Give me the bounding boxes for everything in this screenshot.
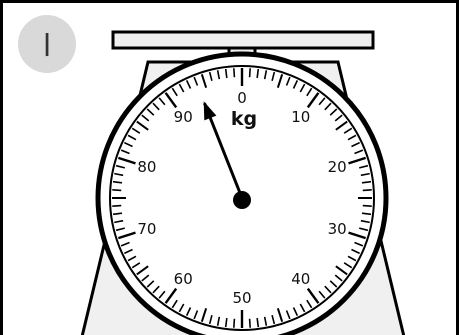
weighing-scale-illustration: l 0 10 20 30 40 50 60 70 80 90 kg — [0, 0, 459, 335]
dial-unit-label: kg — [231, 108, 257, 130]
question-label-badge: l — [18, 15, 76, 73]
dial-number-80: 80 — [137, 158, 156, 176]
dial-tick — [361, 180, 372, 184]
scale-question-panel: l 0 10 20 30 40 50 60 70 80 90 kg — [0, 0, 459, 335]
dial-center-pivot — [233, 191, 251, 209]
dial-tick — [224, 317, 228, 328]
dial-tick — [256, 68, 260, 79]
dial-number-60: 60 — [174, 270, 193, 288]
dial-tick — [233, 68, 236, 78]
dial-number-70: 70 — [137, 220, 156, 238]
dial-number-90: 90 — [174, 108, 193, 126]
dial-tick — [112, 212, 123, 216]
scale-platform — [111, 30, 375, 50]
dial-tick — [256, 317, 260, 328]
dial-tick — [361, 212, 372, 216]
dial-tick — [224, 68, 228, 79]
dial-tick — [233, 318, 236, 328]
dial-number-50: 50 — [232, 289, 251, 307]
dial-tick — [362, 204, 372, 207]
dial-tick — [112, 204, 122, 207]
dial-number-20: 20 — [328, 158, 347, 176]
dial-tick — [112, 180, 123, 184]
dial-tick — [362, 189, 372, 192]
dial-tick — [112, 189, 122, 192]
dial-tick — [248, 68, 251, 78]
dial-number-40: 40 — [291, 270, 310, 288]
dial-number-10: 10 — [291, 108, 310, 126]
question-label: l — [43, 29, 51, 64]
dial-number-30: 30 — [328, 220, 347, 238]
dial-number-0: 0 — [237, 89, 247, 107]
dial-tick — [248, 318, 251, 328]
